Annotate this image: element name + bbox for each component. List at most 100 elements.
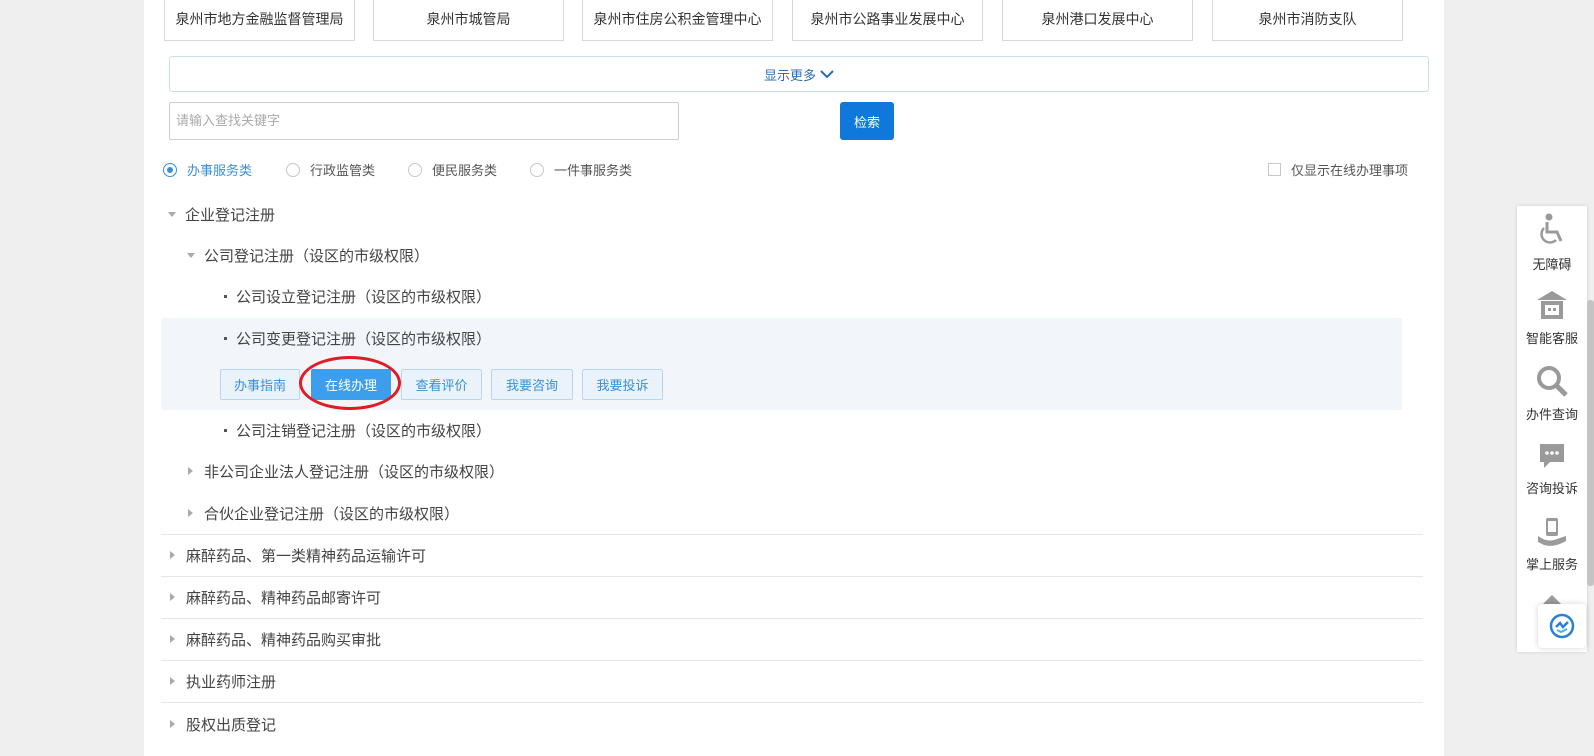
bullet-icon [224,294,227,298]
tree-node-narcotic-mail[interactable]: 麻醉药品、精神药品邮寄许可 [170,587,1432,607]
tree-leaf-company-change[interactable]: 公司变更登记注册（设区的市级权限） [224,328,1486,348]
checkbox-label: 仅显示在线办理事项 [1291,164,1409,179]
consult-complaint-button[interactable]: 咨询投诉 [1517,434,1587,510]
tree-node-label: 麻醉药品、精神药品购买审批 [186,630,382,649]
radio-category-one-thing[interactable]: 一件事服务类 [530,160,632,179]
view-rating-button[interactable]: 查看评价 [401,369,482,400]
scrollbar[interactable] [1587,300,1594,586]
department-label: 泉州港口发展中心 [1041,11,1154,28]
tree-node-label: 公司登记注册（设区的市级权限） [204,246,430,265]
divider [161,660,1423,661]
tree-node-label: 合伙企业登记注册（设区的市级权限） [204,504,460,523]
button-label: 我要投诉 [596,379,649,394]
tree-node-label: 执业药师注册 [186,672,277,691]
department-label: 泉州市城管局 [426,11,511,28]
department-item[interactable]: 泉州港口发展中心 [1002,0,1193,41]
tree-node-non-company-registration[interactable]: 非公司企业法人登记注册（设区的市级权限） [188,461,1450,481]
radio-indicator [530,162,544,177]
department-label: 泉州市地方金融监督管理局 [175,11,344,28]
department-item[interactable]: 泉州市地方金融监督管理局 [164,0,355,41]
tree-node-enterprise-registration[interactable]: 企业登记注册 [168,204,1430,224]
expanded-arrow-icon [187,252,195,258]
collapsed-arrow-icon [170,593,175,601]
chat-bubble-icon [1540,444,1564,468]
collapsed-arrow-icon [188,467,193,475]
divider [161,576,1423,577]
side-toolbar: 无障碍 智能客服 办件查询 咨询投诉 掌上服务 [1517,206,1587,652]
collapsed-arrow-icon [170,551,175,559]
radio-indicator [286,162,300,177]
tree-node-label: 股权出质登记 [186,715,277,734]
expanded-arrow-icon [168,211,176,217]
button-label: 我要咨询 [505,379,558,394]
search-icon [1537,366,1568,397]
accessibility-button[interactable]: 无障碍 [1517,206,1587,282]
side-item-label: 咨询投诉 [1525,482,1578,497]
annotation-circle [299,356,401,410]
divider [161,702,1423,703]
assistant-float-button[interactable] [1538,604,1586,648]
tree-leaf-label: 公司变更登记注册（设区的市级权限） [236,329,492,348]
side-item-label: 无障碍 [1532,258,1572,273]
mobile-service-button[interactable]: 掌上服务 [1517,510,1587,586]
collapsed-arrow-icon [170,635,175,643]
tree-node-narcotic-transport[interactable]: 麻醉药品、第一类精神药品运输许可 [170,545,1432,565]
tree-node-equity-pledge[interactable]: 股权出质登记 [170,714,1432,734]
radio-label: 一件事服务类 [554,164,633,179]
collapsed-arrow-icon [170,720,175,728]
tree-node-pharmacist-registration[interactable]: 执业药师注册 [170,671,1432,691]
divider [161,534,1423,535]
bullet-icon [224,428,227,432]
radio-indicator [408,162,422,177]
case-query-button[interactable]: 办件查询 [1517,358,1587,434]
department-item[interactable]: 泉州市消防支队 [1212,0,1403,41]
collapsed-arrow-icon [188,509,193,517]
main-content: 泉州市地方金融监督管理局 泉州市城管局 泉州市住房公积金管理中心 泉州市公路事业… [144,0,1444,756]
department-label: 泉州市消防支队 [1258,11,1357,28]
collapsed-arrow-icon [170,677,175,685]
department-grid: 泉州市地方金融监督管理局 泉州市城管局 泉州市住房公积金管理中心 泉州市公路事业… [164,0,1424,41]
checkbox-indicator [1268,163,1281,176]
only-online-checkbox[interactable]: 仅显示在线办理事项 [1268,160,1408,179]
radio-label: 办事服务类 [187,164,253,179]
tree-leaf-company-cancel[interactable]: 公司注销登记注册（设区的市级权限） [224,420,1486,440]
department-item[interactable]: 泉州市公路事业发展中心 [792,0,983,41]
divider [161,618,1423,619]
department-item[interactable]: 泉州市城管局 [373,0,564,41]
tree-node-partnership-registration[interactable]: 合伙企业登记注册（设区的市级权限） [188,503,1450,523]
radio-label: 便民服务类 [432,164,498,179]
side-item-label: 智能客服 [1525,332,1578,347]
tree-leaf-company-setup[interactable]: 公司设立登记注册（设区的市级权限） [224,286,1486,306]
radio-label: 行政监管类 [310,164,376,179]
tree-node-label: 企业登记注册 [185,205,276,224]
department-label: 泉州市住房公积金管理中心 [593,11,762,28]
side-item-label: 掌上服务 [1525,558,1578,573]
show-more-label: 显示更多 [763,68,816,84]
mobile-hand-icon [1538,518,1566,546]
guide-button[interactable]: 办事指南 [220,369,300,400]
button-label: 办事指南 [233,379,286,394]
assistant-logo-icon [1549,613,1575,639]
tree-node-company-registration[interactable]: 公司登记注册（设区的市级权限） [187,245,1449,265]
category-radio-group: 办事服务类 行政监管类 便民服务类 一件事服务类 仅显示在线办理事项 [163,160,1423,180]
smart-service-button[interactable]: 智能客服 [1517,282,1587,358]
radio-category-convenience[interactable]: 便民服务类 [408,160,497,179]
button-label: 查看评价 [415,379,468,394]
tree-node-label: 非公司企业法人登记注册（设区的市级权限） [204,462,505,481]
show-more-button[interactable]: 显示更多 [169,56,1429,92]
wheelchair-icon [1540,213,1563,244]
search-input[interactable] [169,102,679,140]
radio-category-supervision[interactable]: 行政监管类 [286,160,375,179]
robot-icon [1537,291,1567,319]
side-item-label: 办件查询 [1525,408,1578,423]
radio-indicator [163,162,177,177]
department-item[interactable]: 泉州市住房公积金管理中心 [582,0,773,41]
consult-button[interactable]: 我要咨询 [491,369,573,400]
search-button[interactable]: 检索 [840,102,894,140]
complain-button[interactable]: 我要投诉 [582,369,663,400]
chevron-down-icon [820,70,834,79]
tree-leaf-label: 公司注销登记注册（设区的市级权限） [236,421,492,440]
radio-category-service[interactable]: 办事服务类 [163,160,252,179]
tree-node-narcotic-purchase[interactable]: 麻醉药品、精神药品购买审批 [170,629,1432,649]
department-label: 泉州市公路事业发展中心 [810,11,965,28]
